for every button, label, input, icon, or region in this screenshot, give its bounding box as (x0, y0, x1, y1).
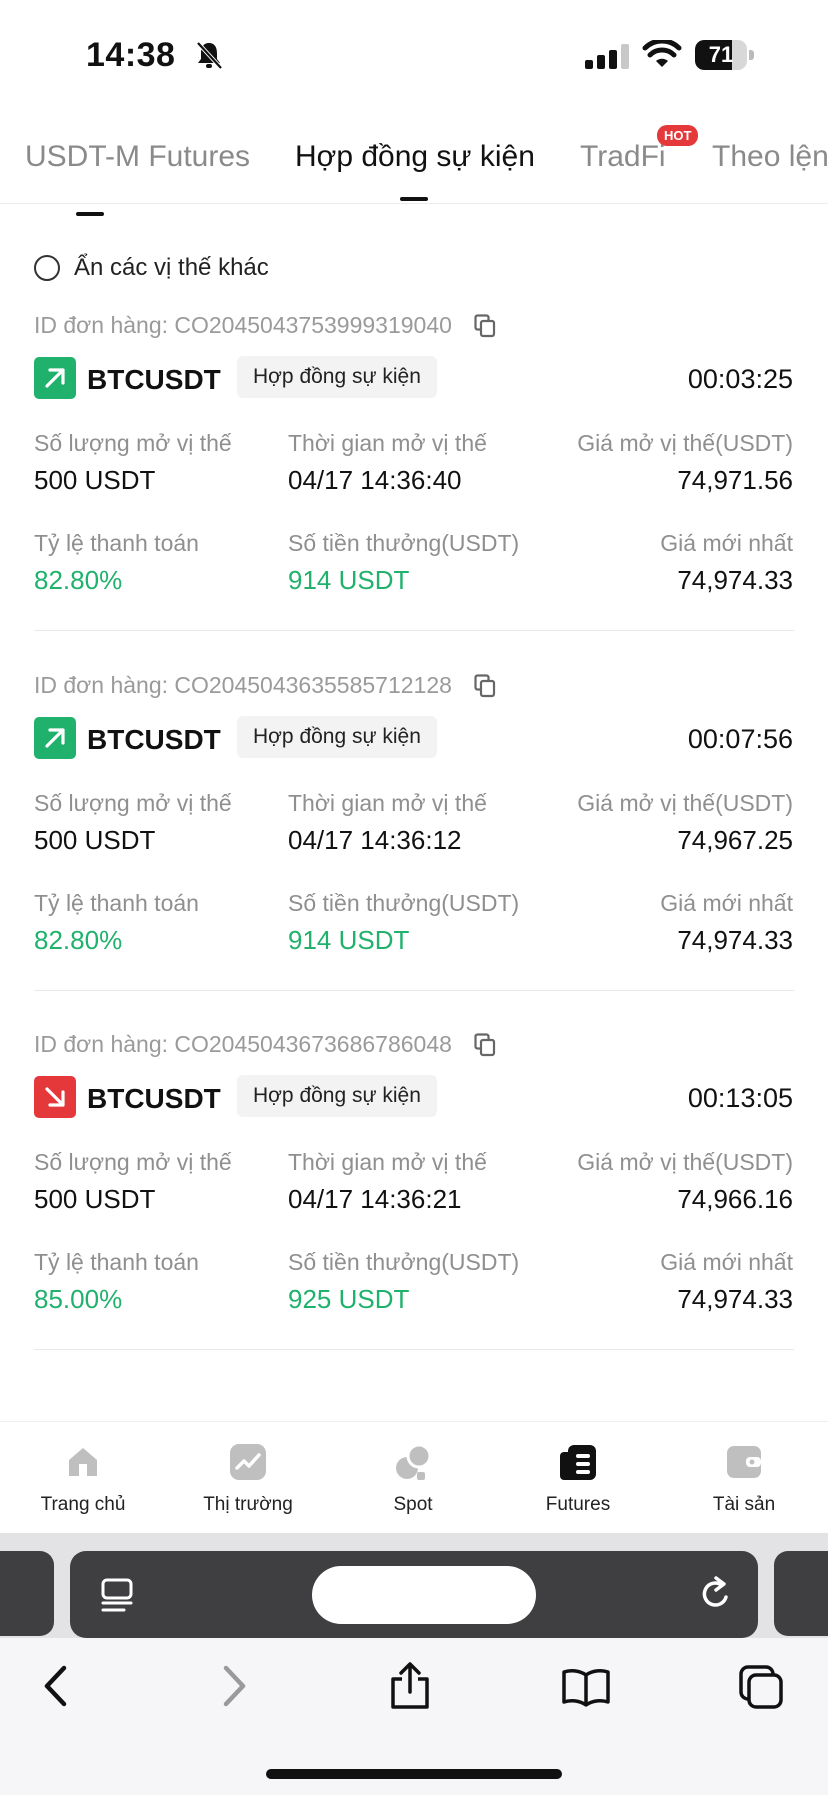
reward-value: 914 USDT (288, 565, 410, 595)
cellular-signal-icon (585, 44, 635, 75)
open-time-label: Thời gian mở vị thế (288, 430, 487, 456)
payout-rate-label: Tỷ lệ thanh toán (34, 1249, 199, 1275)
reward-label: Số tiền thưởng(USDT) (288, 890, 520, 916)
wallet-icon (724, 1442, 764, 1482)
spot-icon (393, 1442, 433, 1482)
open-qty-label: Số lượng mở vị thế (34, 430, 232, 456)
open-price-label: Giá mở vị thế(USDT) (577, 790, 793, 816)
open-price-value: 74,966.16 (677, 1184, 793, 1214)
reader-mode-icon[interactable] (100, 1577, 134, 1618)
arrow-up-right-icon (34, 357, 76, 399)
latest-price-value: 74,974.33 (677, 565, 793, 595)
open-qty-value: 500 USDT (34, 1184, 156, 1214)
pair-symbol: BTCUSDT (87, 1083, 221, 1114)
open-time-value: 04/17 14:36:40 (288, 465, 462, 495)
tab-copy-trading[interactable]: Theo lện (712, 140, 828, 174)
arrow-down-right-icon (34, 1076, 76, 1118)
reward-value: 925 USDT (288, 1284, 410, 1314)
countdown-timer: 00:07:56 (687, 724, 793, 754)
payout-rate-value: 82.80% (34, 565, 123, 595)
reward-label: Số tiền thưởng(USDT) (288, 1249, 520, 1275)
open-price-label: Giá mở vị thế(USDT) (577, 1149, 793, 1175)
latest-price-value: 74,974.33 (677, 925, 793, 955)
open-time-value: 04/17 14:36:21 (288, 1184, 462, 1214)
reward-label: Số tiền thưởng(USDT) (288, 530, 520, 556)
contract-type-tag: Hợp đồng sự kiện (237, 1075, 437, 1117)
open-qty-value: 500 USDT (34, 825, 156, 855)
latest-price-value: 74,974.33 (677, 1284, 793, 1314)
contract-type-tag: Hợp đồng sự kiện (237, 716, 437, 758)
nav-home[interactable]: Trang chủ (23, 1442, 143, 1516)
address-redaction (312, 1566, 536, 1624)
next-tab-pill[interactable] (774, 1551, 828, 1636)
payout-rate-label: Tỷ lệ thanh toán (34, 890, 199, 916)
nav-market[interactable]: Thị trường (188, 1442, 308, 1516)
contract-type-tag: Hợp đồng sự kiện (237, 356, 437, 398)
nav-home-label: Trang chủ (40, 1494, 126, 1515)
bell-muted-icon (195, 40, 223, 70)
reward-value: 914 USDT (288, 925, 410, 955)
card-divider (34, 1349, 794, 1350)
arrow-up-right-icon (34, 717, 76, 759)
nav-market-label: Thị trường (203, 1494, 293, 1515)
status-time: 14:38 (86, 36, 176, 74)
nav-futures[interactable]: Futures (518, 1442, 638, 1516)
order-id: ID đơn hàng: CO2045043753999319040 (34, 312, 452, 338)
countdown-timer: 00:13:05 (687, 1083, 793, 1113)
order-id: ID đơn hàng: CO2045043635585712128 (34, 672, 452, 698)
hide-other-positions-label: Ẩn các vị thế khác (74, 254, 269, 281)
hide-other-positions-radio[interactable] (34, 255, 60, 281)
open-qty-label: Số lượng mở vị thế (34, 1149, 232, 1175)
open-qty-label: Số lượng mở vị thế (34, 790, 232, 816)
open-time-value: 04/17 14:36:12 (288, 825, 462, 855)
nav-spot-label: Spot (393, 1494, 433, 1515)
latest-price-label: Giá mới nhất (660, 530, 793, 556)
open-price-value: 74,971.56 (677, 465, 793, 495)
countdown-timer: 00:03:25 (687, 364, 793, 394)
home-indicator (266, 1769, 562, 1779)
futures-icon (558, 1442, 598, 1482)
open-price-value: 74,967.25 (677, 825, 793, 855)
payout-rate-value: 82.80% (34, 925, 123, 955)
copy-icon[interactable] (474, 1033, 496, 1057)
latest-price-label: Giá mới nhất (660, 890, 793, 916)
home-icon (63, 1442, 103, 1482)
tab-tradfi[interactable]: TradFi (580, 140, 666, 174)
tab-usdt-m-futures[interactable]: USDT-M Futures (25, 140, 250, 174)
copy-icon[interactable] (474, 674, 496, 698)
reload-icon[interactable] (698, 1575, 734, 1618)
tabs-divider (0, 203, 828, 204)
nav-spot[interactable]: Spot (353, 1442, 473, 1516)
tabs-overview-icon[interactable] (738, 1664, 784, 1715)
battery-icon: 71 (695, 40, 755, 70)
sub-tab-indicator (76, 212, 104, 216)
pair-symbol: BTCUSDT (87, 724, 221, 755)
open-price-label: Giá mở vị thế(USDT) (577, 430, 793, 456)
order-id: ID đơn hàng: CO2045043673686786048 (34, 1031, 452, 1057)
nav-assets[interactable]: Tài sản (684, 1442, 804, 1516)
hot-badge: HOT (657, 125, 699, 146)
open-time-label: Thời gian mở vị thế (288, 790, 487, 816)
open-time-label: Thời gian mở vị thế (288, 1149, 487, 1175)
back-icon[interactable] (40, 1663, 70, 1714)
open-qty-value: 500 USDT (34, 465, 156, 495)
payout-rate-label: Tỷ lệ thanh toán (34, 530, 199, 556)
nav-futures-label: Futures (545, 1494, 611, 1515)
previous-tab-pill[interactable] (0, 1551, 54, 1636)
forward-icon[interactable] (220, 1663, 250, 1714)
pair-symbol: BTCUSDT (87, 364, 221, 395)
share-icon[interactable] (388, 1661, 432, 1716)
latest-price-label: Giá mới nhất (660, 1249, 793, 1275)
card-divider (34, 990, 794, 991)
card-divider (34, 630, 794, 631)
active-tab-indicator (400, 197, 428, 201)
copy-icon[interactable] (474, 314, 496, 338)
wifi-icon (642, 38, 682, 75)
market-icon (228, 1442, 268, 1482)
tab-event-contracts[interactable]: Hợp đồng sự kiện (295, 140, 535, 174)
battery-percent: 71 (708, 42, 734, 67)
bookmarks-icon[interactable] (561, 1667, 611, 1712)
nav-assets-label: Tài sản (712, 1494, 776, 1515)
payout-rate-value: 85.00% (34, 1284, 123, 1314)
